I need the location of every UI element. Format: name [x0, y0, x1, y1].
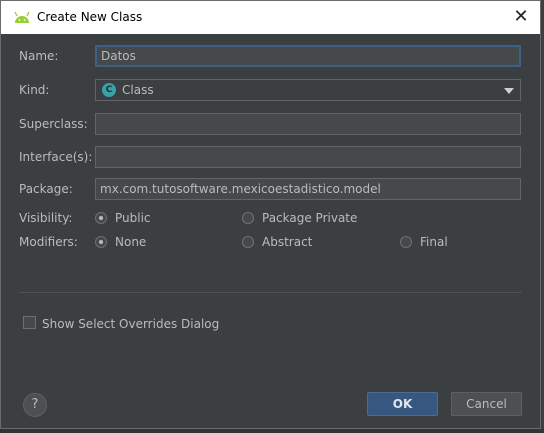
close-button[interactable]: ✕	[508, 5, 534, 29]
kind-select[interactable]: C Class	[95, 79, 521, 101]
visibility-label: Visibility:	[19, 211, 73, 225]
ok-button[interactable]: OK	[367, 392, 438, 416]
title-bar: Create New Class ✕	[1, 1, 540, 34]
dialog-title: Create New Class	[37, 10, 143, 24]
interfaces-field[interactable]	[95, 146, 521, 168]
class-kind-icon: C	[102, 83, 116, 97]
android-icon	[14, 11, 30, 23]
modifier-abstract-radio[interactable]	[242, 236, 254, 248]
background-editor-bottom	[0, 429, 544, 433]
create-new-class-dialog: Create New Class ✕ Name: Datos Kind: C C…	[0, 0, 541, 429]
help-icon: ?	[31, 397, 39, 412]
package-value: mx.com.tutosoftware.mexicoestadistico.mo…	[100, 182, 381, 196]
modifier-final-radio[interactable]	[400, 236, 412, 248]
help-button[interactable]: ?	[23, 393, 47, 417]
separator	[19, 292, 522, 293]
visibility-public-radio[interactable]	[95, 212, 107, 224]
cancel-button[interactable]: Cancel	[451, 392, 522, 416]
superclass-label: Superclass:	[19, 117, 88, 131]
show-overrides-label[interactable]: Show Select Overrides Dialog	[42, 317, 219, 331]
visibility-public-label[interactable]: Public	[115, 211, 151, 225]
modifier-none-radio[interactable]	[95, 236, 107, 248]
visibility-package-private-radio[interactable]	[242, 212, 254, 224]
superclass-field[interactable]	[95, 113, 521, 135]
name-field[interactable]: Datos	[95, 45, 521, 67]
package-label: Package:	[19, 182, 73, 196]
name-label: Name:	[19, 49, 59, 63]
kind-value: Class	[122, 83, 154, 97]
modifier-none-label[interactable]: None	[115, 235, 146, 249]
modifiers-label: Modifiers:	[19, 235, 78, 249]
modifier-abstract-label[interactable]: Abstract	[262, 235, 312, 249]
kind-label: Kind:	[19, 83, 50, 97]
package-field[interactable]: mx.com.tutosoftware.mexicoestadistico.mo…	[95, 178, 521, 200]
interfaces-label: Interface(s):	[19, 150, 93, 164]
visibility-package-private-label[interactable]: Package Private	[262, 211, 357, 225]
chevron-down-icon	[504, 88, 514, 94]
modifier-final-label[interactable]: Final	[420, 235, 448, 249]
show-overrides-checkbox[interactable]	[23, 316, 36, 329]
name-value: Datos	[101, 49, 136, 63]
close-icon: ✕	[513, 6, 529, 27]
